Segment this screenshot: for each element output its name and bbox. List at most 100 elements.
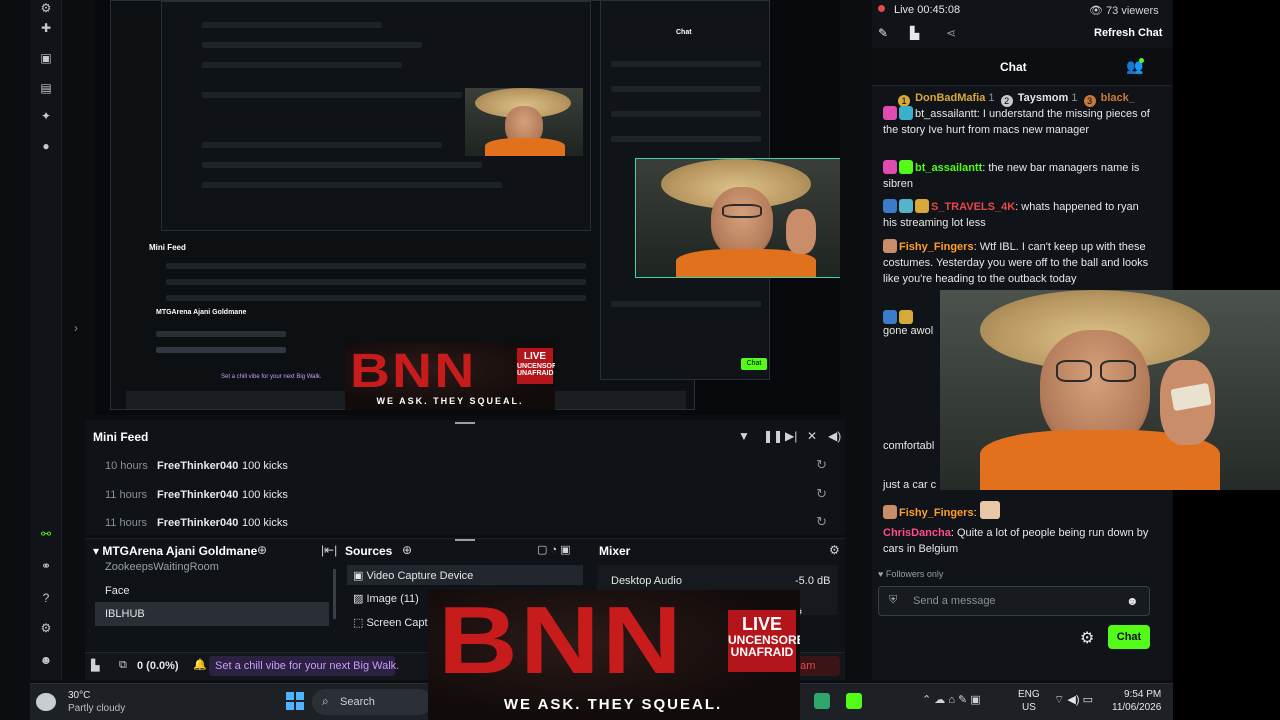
play-icon[interactable]: ●: [38, 138, 54, 154]
source-item[interactable]: ▨ Image (11): [353, 592, 419, 605]
bnn-banner: BNN LIVE UNCENSORED UNAFRAID WE ASK. THE…: [428, 590, 800, 720]
lang-region[interactable]: US: [1022, 702, 1036, 713]
dropped-frames: 0 (0.0%): [137, 660, 179, 672]
kick-app-icon[interactable]: [846, 693, 862, 709]
nested-chat-title: Chat: [676, 29, 692, 36]
mini-feed-panel: Mini Feed ▼ ❚❚ ▶| ✕ ◀) 10 hours FreeThin…: [85, 420, 845, 535]
share-icon[interactable]: ⋖: [946, 26, 956, 40]
clip-icon[interactable]: ▙: [910, 26, 919, 40]
kick-icon[interactable]: ⚯: [38, 526, 54, 542]
edit-icon[interactable]: ✎: [878, 26, 888, 40]
gifter-name[interactable]: black_: [1101, 92, 1135, 104]
gifter-name[interactable]: DonBadMafia: [915, 92, 985, 104]
mute-feed-icon[interactable]: ✕: [807, 429, 817, 443]
feed-row: 11 hours FreeThinker040 100 kicks ↻: [85, 509, 845, 537]
source-item[interactable]: ⬚ Screen Captu: [353, 616, 434, 629]
add-scene-icon[interactable]: ⊕: [257, 543, 267, 557]
followers-only: ♥ Followers only: [878, 569, 944, 579]
gifter-name[interactable]: Taysmom: [1018, 92, 1069, 104]
drops-icon: ⧉: [119, 659, 127, 671]
prompt-chip[interactable]: Set a chill vibe for your next Big Walk.: [209, 656, 399, 676]
chat-message: ChrisDancha: Quite a lot of people being…: [883, 527, 1149, 555]
left-toolbar: ⚙ ✚ ▣ ▤ ✦ ● › ⚯ ⚭ ? ⚙ ☻: [30, 0, 78, 680]
nested-webcam: [636, 159, 840, 277]
windows-start-icon[interactable]: [286, 692, 304, 710]
chat-message: Fishy_Fingers:: [883, 501, 1155, 521]
feed-time: 11 hours: [105, 489, 147, 501]
network-icon[interactable]: ⌔ ◀) ▭: [1054, 693, 1093, 707]
feed-time: 10 hours: [105, 460, 148, 472]
bnn-tagline: WE ASK. THEY SQUEAL.: [503, 696, 723, 713]
refresh-chat-button[interactable]: Refresh Chat: [1094, 27, 1162, 39]
weather-temp: 30°C: [68, 690, 91, 701]
expand-icon[interactable]: ›: [68, 320, 84, 336]
live-badge: LIVE UNCENSORED UNAFRAID: [728, 610, 800, 672]
clock-date[interactable]: 11/06/2026: [1112, 702, 1161, 713]
feed-user: FreeThinker040: [157, 460, 239, 472]
weather-text: Partly cloudy: [68, 703, 126, 714]
source-item-selected[interactable]: ▣ Video Capture Device: [347, 565, 583, 585]
feed-user: FreeThinker040: [157, 517, 239, 529]
chat-input-placeholder: Send a message: [913, 595, 996, 607]
replay-icon[interactable]: ↻: [816, 514, 827, 530]
lang-code[interactable]: ENG: [1018, 689, 1040, 700]
tray-icons[interactable]: ⌃ ☁ ⌂ ✎ ▣: [922, 693, 981, 706]
chat-message: S_TRAVELS_4K: whats happened to ryan his…: [883, 199, 1139, 229]
weather-icon: [36, 693, 56, 711]
screen: ⚙ ✚ ▣ ▤ ✦ ● › ⚯ ⚭ ? ⚙ ☻ Mini Feed MTGAre…: [0, 0, 1280, 720]
volume-icon[interactable]: ◀): [828, 429, 841, 443]
emoji-icon[interactable]: ☻: [1126, 594, 1139, 608]
feed-time: 11 hours: [105, 517, 147, 529]
collapse-icon[interactable]: |⇤|: [321, 543, 337, 557]
tools-icon[interactable]: ✚: [38, 20, 54, 36]
mixer-settings-icon[interactable]: ⚙: [829, 543, 840, 557]
sparkle-icon[interactable]: ✦: [38, 108, 54, 124]
source-tools-icons[interactable]: ▢ ◔ ▣: [537, 543, 571, 556]
link-icon[interactable]: ⚭: [38, 558, 54, 574]
clock-time[interactable]: 9:54 PM: [1124, 689, 1161, 700]
replay-icon[interactable]: ↻: [816, 457, 827, 473]
pause-icon[interactable]: ❚❚: [763, 429, 783, 443]
stream-preview[interactable]: Mini Feed MTGArena Ajani Goldmane Set a …: [95, 0, 840, 415]
chat-message: bt_assailantt: the new bar managers name…: [883, 160, 1140, 190]
viewers-count: 👁 73 viewers: [1089, 5, 1159, 17]
app-icon[interactable]: [814, 693, 830, 709]
feed-amount: 100 kicks: [242, 460, 288, 472]
add-source-icon[interactable]: ⊕: [402, 543, 412, 557]
nested-chat-button: Chat: [741, 358, 767, 370]
scenes-title: ▾ MTGArena Ajani Goldmane: [93, 544, 258, 558]
mixer-title: Mixer: [599, 544, 631, 558]
profile-icon[interactable]: ☻: [38, 652, 54, 668]
settings-icon[interactable]: ⚙: [38, 0, 54, 16]
scene-item[interactable]: ZookeepsWaitingRoom: [105, 561, 219, 573]
feed-row: 10 hours FreeThinker040 100 kicks ↻: [85, 452, 845, 480]
nested-bnn-banner: BNN LIVE UNCENSORED UNAFRAID WE ASK. THE…: [345, 342, 555, 410]
chat-settings-icon[interactable]: ⚙: [1080, 628, 1094, 648]
mini-feed-title: Mini Feed: [93, 430, 149, 444]
chat-send-button[interactable]: Chat: [1108, 625, 1150, 649]
replay-icon[interactable]: ↻: [816, 486, 827, 502]
notification-icon: 🔔: [193, 659, 207, 671]
skip-icon[interactable]: ▶|: [785, 429, 797, 443]
layers-icon[interactable]: ▤: [38, 80, 54, 96]
store-icon[interactable]: ▣: [38, 50, 54, 66]
scene-item-selected[interactable]: IBLHUB: [95, 602, 329, 626]
taskbar-search[interactable]: ⌕ Search: [312, 689, 432, 715]
feed-amount: 100 kicks: [242, 517, 288, 529]
scene-item-label: IBLHUB: [105, 608, 145, 620]
gear-icon[interactable]: ⚙: [38, 620, 54, 636]
bnn-logo: BNN: [438, 590, 685, 694]
scene-item[interactable]: Face: [105, 585, 129, 597]
feed-row: 11 hours FreeThinker040 100 kicks ↻: [85, 481, 845, 509]
chat-input[interactable]: ⛨ Send a message ☻: [878, 586, 1150, 616]
filter-icon[interactable]: ▼: [738, 429, 750, 443]
help-icon[interactable]: ?: [38, 590, 54, 606]
chat-message: bt_assailantt: I understand the missing …: [883, 106, 1150, 136]
stats-icon[interactable]: ▙: [91, 659, 99, 672]
chat-header: Chat 👥: [872, 48, 1172, 86]
webcam-overlay: [940, 290, 1280, 490]
chat-title: Chat: [1000, 60, 1027, 74]
nested-webcam-small: [465, 88, 583, 156]
live-status: Live 00:45:08: [894, 4, 961, 16]
search-label: Search: [340, 696, 375, 708]
